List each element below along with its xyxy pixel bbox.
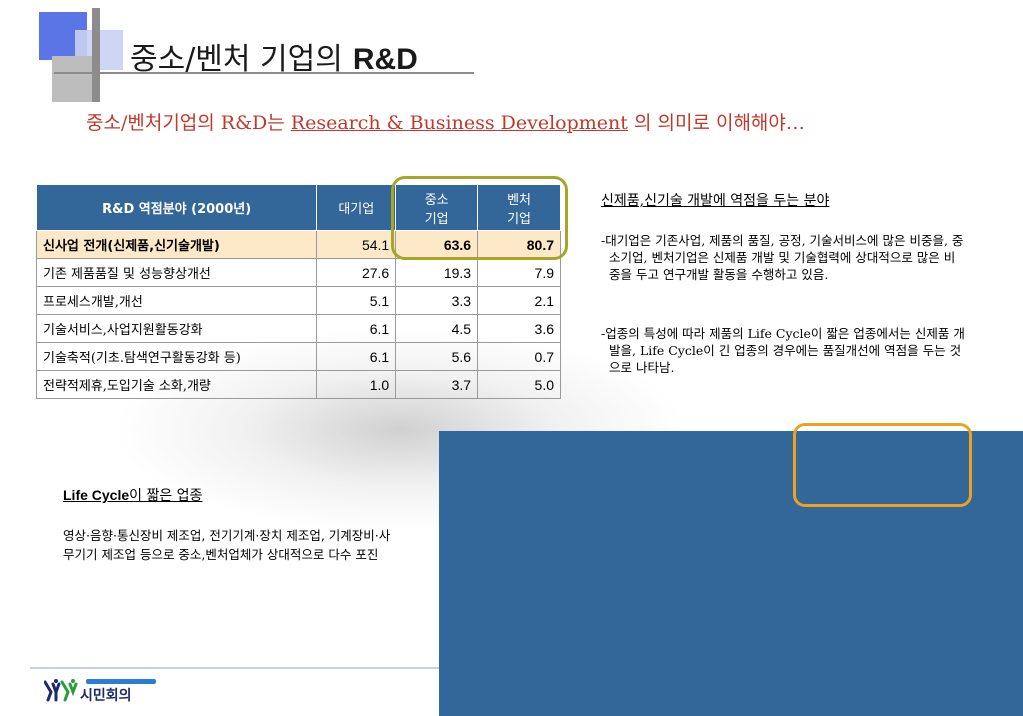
lifecycle-heading: Life Cycle이 짧은 업종 [63, 485, 202, 505]
people-logo-icon [44, 679, 78, 702]
row-label: 기존 제품품질 및 성능향상개선 [35, 258, 318, 287]
lifecycle-body: 영상·음향·통신장비 제조업, 전기기계·장치 제조업, 기계장비·사무기기 제… [63, 528, 391, 562]
subtitle-underlined: Research & Business Development [290, 112, 628, 134]
subtitle-prefix: 중소/벤처기업의 R&D는 [86, 112, 291, 134]
cell-venture: 2.1 [477, 286, 561, 315]
row-label: 신사업 전개(신제품,신기술개발) [35, 230, 318, 259]
logo-name: 시민회의 [80, 688, 132, 704]
sme-venture-highlight-box [391, 176, 568, 260]
cell-venture: 7.9 [477, 258, 561, 287]
subtitle-suffix: 의 의미로 이해해야… [627, 112, 805, 134]
cell-sme: 3.7 [395, 370, 479, 399]
cell-sme: 19.3 [395, 258, 479, 287]
cell-sme: 5.6 [395, 342, 479, 371]
table-row: 기존 제품품질 및 성능향상개선 27.6 19.3 7.9 [35, 258, 561, 287]
orange-highlight-box [793, 423, 972, 507]
table-row: 기술서비스,사업지원활동강화 6.1 4.5 3.6 [35, 314, 561, 343]
cell-venture: 5.0 [477, 370, 561, 399]
page-title-main: 중소/벤처 기업의 [130, 42, 343, 77]
table-row: 전략적제휴,도입기술 소화,개량 1.0 3.7 5.0 [35, 370, 561, 399]
cell-sme: 4.5 [395, 314, 479, 343]
row-label: 기술서비스,사업지원활동강화 [35, 314, 318, 343]
page-title: 중소/벤처 기업의 R&D [130, 34, 418, 78]
footer-divider [30, 667, 439, 669]
page-title-bold: R&D [352, 43, 418, 76]
cell-large: 6.1 [316, 314, 397, 343]
row-label: 전략적제휴,도입기술 소화,개량 [35, 370, 318, 399]
cell-venture: 3.6 [477, 314, 561, 343]
cell-large: 54.1 [316, 230, 397, 259]
lifecycle-heading-bold: Life Cycle [63, 487, 130, 503]
subtitle: 중소/벤처기업의 R&D는 Research & Business Develo… [86, 108, 805, 135]
row-label: 기술축적(기초.탐색연구활동강화 등) [35, 342, 318, 371]
table-row: 기술축적(기초.탐색연구활동강화 등) 6.1 5.6 0.7 [35, 342, 561, 371]
cell-large: 5.1 [316, 286, 397, 315]
cell-large: 1.0 [316, 370, 397, 399]
cell-sme: 3.3 [395, 286, 479, 315]
right-heading: 신제품,신기술 개발에 역점을 두는 분야 [601, 193, 830, 209]
organization-logo: 시민회의 [44, 676, 159, 706]
logo-tagline-bar [86, 679, 156, 684]
right-paragraph-2: -업종의 특성에 따라 제품의 Life Cycle이 짧은 업종에서는 신제품… [601, 326, 965, 375]
cell-large: 27.6 [316, 258, 397, 287]
header-large: 대기업 [316, 184, 397, 231]
cell-large: 6.1 [316, 342, 397, 371]
right-paragraph-1: -대기업은 기존사업, 제품의 품질, 공정, 기술서비스에 많은 비중을, 중… [601, 233, 964, 282]
title-decoration-vertical-bar [92, 8, 100, 102]
lifecycle-heading-rest: 이 짧은 업종 [129, 488, 203, 504]
header-field: R&D 역점분야 (2000년) [35, 184, 318, 231]
table-row: 프로세스개발,개선 5.1 3.3 2.1 [35, 286, 561, 315]
cell-venture: 0.7 [477, 342, 561, 371]
row-label: 프로세스개발,개선 [35, 286, 318, 315]
